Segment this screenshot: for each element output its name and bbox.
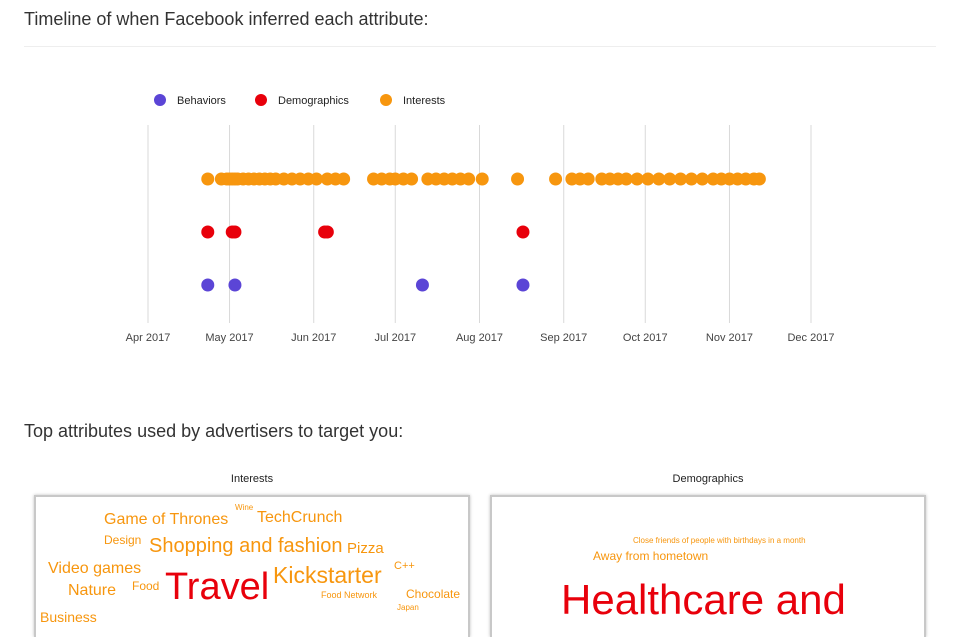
data-point-demographics[interactable] bbox=[201, 225, 215, 239]
data-point-demographics[interactable] bbox=[228, 225, 242, 239]
grid-lines bbox=[147, 125, 812, 323]
x-tick-label: Dec 2017 bbox=[787, 332, 834, 344]
cloud-word[interactable]: Game of Thrones bbox=[104, 512, 228, 528]
legend-label[interactable]: Demographics bbox=[278, 95, 349, 107]
cloud-word[interactable]: TechCrunch bbox=[257, 510, 342, 526]
data-point-behaviors[interactable] bbox=[415, 278, 429, 292]
x-tick-label: Jun 2017 bbox=[291, 332, 336, 344]
x-tick-label: Jul 2017 bbox=[374, 332, 416, 344]
data-point-interests[interactable] bbox=[462, 172, 476, 186]
cloud-word[interactable]: Shopping and fashion bbox=[149, 536, 343, 556]
x-tick-label: Apr 2017 bbox=[126, 332, 171, 344]
legend-marker[interactable] bbox=[380, 94, 392, 106]
cloud-word[interactable]: Chocolate bbox=[406, 588, 460, 600]
data-point-demographics[interactable] bbox=[516, 225, 530, 239]
data-points bbox=[201, 172, 766, 292]
data-point-interests[interactable] bbox=[475, 172, 489, 186]
timeline-title: Timeline of when Facebook inferred each … bbox=[24, 9, 429, 29]
cloud-word[interactable]: Food Network bbox=[321, 591, 377, 600]
legend-marker[interactable] bbox=[255, 94, 267, 106]
legend[interactable]: Behaviors Demographics Interests bbox=[154, 94, 446, 107]
cloud-word[interactable]: Healthcare and bbox=[561, 579, 846, 621]
data-point-behaviors[interactable] bbox=[201, 278, 215, 292]
cloud-word[interactable]: Pizza bbox=[347, 541, 384, 556]
timeline-chart: Apr 2017 May 2017 Jun 2017 Jul 2017 Aug 2017… bbox=[126, 94, 835, 344]
cloud-word[interactable]: Design bbox=[104, 534, 141, 546]
data-point-demographics[interactable] bbox=[320, 225, 334, 239]
cloud-word[interactable]: Food bbox=[132, 580, 159, 592]
data-point-interests[interactable] bbox=[549, 172, 563, 186]
x-tick-label: May 2017 bbox=[205, 332, 253, 344]
data-point-interests[interactable] bbox=[405, 172, 419, 186]
legend-label[interactable]: Interests bbox=[403, 95, 446, 107]
demographics-word-cloud: Close friends of people with birthdays i… bbox=[490, 495, 926, 637]
cloud-word[interactable]: Close friends of people with birthdays i… bbox=[633, 537, 806, 545]
x-tick-label: Sep 2017 bbox=[540, 332, 587, 344]
interests-cloud-title: Interests bbox=[230, 473, 274, 485]
cloud-word[interactable]: Away from hometown bbox=[593, 550, 708, 562]
attributes-title: Top attributes used by advertisers to ta… bbox=[24, 421, 404, 441]
cloud-word[interactable]: Business bbox=[40, 610, 97, 624]
data-point-interests[interactable] bbox=[511, 172, 525, 186]
cloud-word[interactable]: Travel bbox=[165, 568, 269, 606]
legend-label[interactable]: Behaviors bbox=[177, 95, 226, 107]
data-point-interests[interactable] bbox=[201, 172, 215, 186]
cloud-word[interactable]: Japan bbox=[397, 604, 419, 612]
divider bbox=[24, 46, 936, 47]
interests-word-cloud: Game of Thrones Wine TechCrunch Design S… bbox=[34, 495, 470, 637]
data-point-interests[interactable] bbox=[581, 172, 595, 186]
data-point-interests[interactable] bbox=[752, 172, 766, 186]
x-axis-ticks: Apr 2017 May 2017 Jun 2017 Jul 2017 Aug 2017… bbox=[126, 332, 835, 344]
cloud-word[interactable]: Wine bbox=[235, 504, 253, 512]
cloud-word[interactable]: C++ bbox=[394, 561, 415, 572]
legend-marker[interactable] bbox=[154, 94, 166, 106]
x-tick-label: Aug 2017 bbox=[456, 332, 503, 344]
x-tick-label: Nov 2017 bbox=[706, 332, 753, 344]
x-tick-label: Oct 2017 bbox=[623, 332, 668, 344]
cloud-word[interactable]: Video games bbox=[48, 561, 141, 577]
demographics-cloud-title: Demographics bbox=[672, 473, 744, 485]
data-point-behaviors[interactable] bbox=[516, 278, 530, 292]
data-point-behaviors[interactable] bbox=[228, 278, 242, 292]
data-point-interests[interactable] bbox=[337, 172, 351, 186]
cloud-word[interactable]: Kickstarter bbox=[273, 564, 382, 587]
cloud-word[interactable]: Nature bbox=[68, 583, 116, 599]
